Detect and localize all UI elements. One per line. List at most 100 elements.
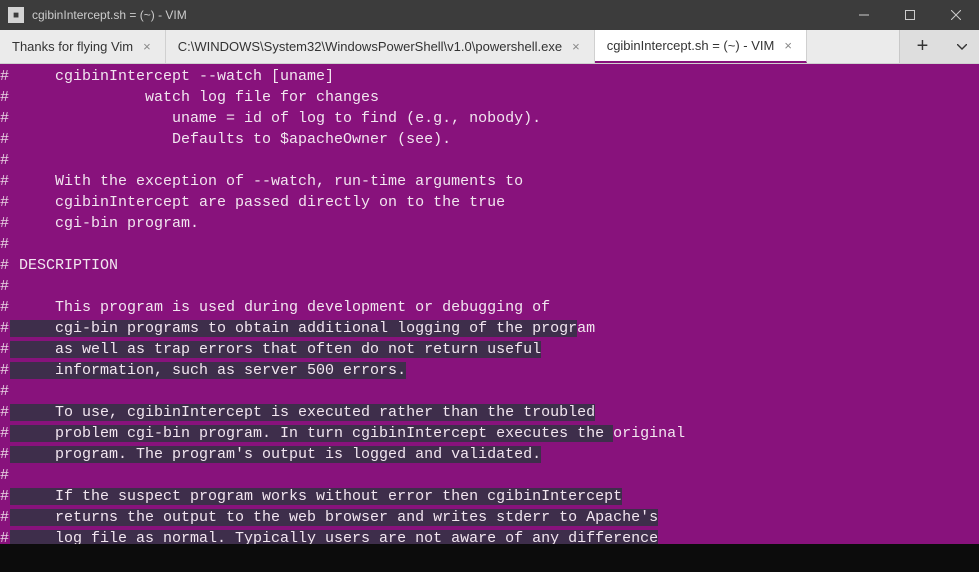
editor-line: # cgibinIntercept --watch [uname] (0, 66, 979, 87)
line-content: problem cgi-bin program. In turn cgibinI… (10, 423, 685, 444)
tab-vim-welcome[interactable]: Thanks for flying Vim × (0, 30, 166, 63)
editor-line: # Defaults to $apacheOwner (see). (0, 129, 979, 150)
tab-bar: Thanks for flying Vim × C:\WINDOWS\Syste… (0, 30, 979, 64)
editor-line: # returns the output to the web browser … (0, 507, 979, 528)
chevron-down-icon (957, 44, 967, 50)
editor-line: # (0, 150, 979, 171)
editor-line: # If the suspect program works without e… (0, 486, 979, 507)
line-content: program. The program's output is logged … (10, 444, 541, 465)
selection: If the suspect program works without err… (10, 488, 622, 505)
comment-hash: # (0, 87, 10, 108)
line-content: log file as normal. Typically users are … (10, 528, 658, 544)
editor-line: # cgi-bin program. (0, 213, 979, 234)
comment-hash: # (0, 213, 10, 234)
line-content: To use, cgibinIntercept is executed rath… (10, 402, 595, 423)
line-content: watch log file for changes (10, 87, 379, 108)
minimize-icon (859, 10, 869, 20)
terminal-gutter (0, 544, 979, 572)
line-content: as well as trap errors that often do not… (10, 339, 541, 360)
editor-line: # DESCRIPTION (0, 255, 979, 276)
line-content: This program is used during development … (10, 297, 550, 318)
maximize-icon (905, 10, 915, 20)
comment-hash: # (0, 255, 10, 276)
editor-line: # To use, cgibinIntercept is executed ra… (0, 402, 979, 423)
comment-hash: # (0, 444, 10, 465)
selection: To use, cgibinIntercept is executed rath… (10, 404, 595, 421)
app-icon: ■ (8, 7, 24, 23)
comment-hash: # (0, 234, 10, 255)
comment-hash: # (0, 465, 10, 486)
line-content: information, such as server 500 errors. (10, 360, 406, 381)
tab-label: C:\WINDOWS\System32\WindowsPowerShell\v1… (178, 39, 562, 54)
editor-line: # (0, 465, 979, 486)
selection: problem cgi-bin program. In turn cgibinI… (10, 425, 613, 442)
comment-hash: # (0, 318, 10, 339)
comment-hash: # (0, 297, 10, 318)
line-content: If the suspect program works without err… (10, 486, 622, 507)
tab-close-icon[interactable]: × (782, 38, 794, 53)
selection: cgi-bin programs to obtain additional lo… (10, 320, 577, 337)
comment-hash: # (0, 108, 10, 129)
maximize-button[interactable] (887, 0, 933, 30)
selection: program. The program's output is logged … (10, 446, 541, 463)
comment-hash: # (0, 150, 10, 171)
editor-viewport[interactable]: # cgibinIntercept --watch [uname]# watch… (0, 64, 979, 544)
line-content: returns the output to the web browser an… (10, 507, 658, 528)
selection: information, such as server 500 errors. (10, 362, 406, 379)
window-titlebar: ■ cgibinIntercept.sh = (~) - VIM (0, 0, 979, 30)
tab-cgibinintercept[interactable]: cgibinIntercept.sh = (~) - VIM × (595, 30, 807, 63)
line-content: cgibinIntercept --watch [uname] (10, 66, 334, 87)
editor-line: # cgibinIntercept are passed directly on… (0, 192, 979, 213)
editor-line: # (0, 381, 979, 402)
comment-hash: # (0, 381, 10, 402)
comment-hash: # (0, 360, 10, 381)
comment-hash: # (0, 171, 10, 192)
selection-highlight: am (577, 320, 595, 337)
selection: returns the output to the web browser an… (10, 509, 658, 526)
line-content: With the exception of --watch, run-time … (10, 171, 523, 192)
tab-close-icon[interactable]: × (570, 39, 582, 54)
minimize-button[interactable] (841, 0, 887, 30)
editor-line: # as well as trap errors that often do n… (0, 339, 979, 360)
tab-label: cgibinIntercept.sh = (~) - VIM (607, 38, 775, 53)
editor-line: # program. The program's output is logge… (0, 444, 979, 465)
new-tab-button[interactable]: + (899, 30, 945, 63)
editor-line: # information, such as server 500 errors… (0, 360, 979, 381)
plus-icon: + (917, 35, 929, 58)
comment-hash: # (0, 402, 10, 423)
line-content: Defaults to $apacheOwner (see). (10, 129, 451, 150)
window-title: cgibinIntercept.sh = (~) - VIM (32, 8, 187, 22)
comment-hash: # (0, 129, 10, 150)
tab-powershell[interactable]: C:\WINDOWS\System32\WindowsPowerShell\v1… (166, 30, 595, 63)
comment-hash: # (0, 528, 10, 544)
comment-hash: # (0, 66, 10, 87)
tab-label: Thanks for flying Vim (12, 39, 133, 54)
tab-close-icon[interactable]: × (141, 39, 153, 54)
editor-line: # This program is used during developmen… (0, 297, 979, 318)
comment-hash: # (0, 339, 10, 360)
editor-line: # With the exception of --watch, run-tim… (0, 171, 979, 192)
editor-line: # watch log file for changes (0, 87, 979, 108)
editor-line: # uname = id of log to find (e.g., nobod… (0, 108, 979, 129)
comment-hash: # (0, 192, 10, 213)
comment-hash: # (0, 486, 10, 507)
comment-hash: # (0, 423, 10, 444)
line-content: uname = id of log to find (e.g., nobody)… (10, 108, 541, 129)
selection: log file as normal. Typically users are … (10, 530, 658, 544)
line-content: DESCRIPTION (10, 255, 118, 276)
editor-line: # problem cgi-bin program. In turn cgibi… (0, 423, 979, 444)
selection-highlight: original (613, 425, 685, 442)
comment-hash: # (0, 276, 10, 297)
selection: as well as trap errors that often do not… (10, 341, 541, 358)
close-icon (951, 10, 961, 20)
comment-hash: # (0, 507, 10, 528)
editor-line: # cgi-bin programs to obtain additional … (0, 318, 979, 339)
close-button[interactable] (933, 0, 979, 30)
line-content: cgibinIntercept are passed directly on t… (10, 192, 505, 213)
editor-line: # (0, 276, 979, 297)
editor-line: # log file as normal. Typically users ar… (0, 528, 979, 544)
line-content: cgi-bin program. (10, 213, 199, 234)
editor-line: # (0, 234, 979, 255)
line-content: cgi-bin programs to obtain additional lo… (10, 318, 595, 339)
tab-dropdown-button[interactable] (945, 30, 979, 63)
